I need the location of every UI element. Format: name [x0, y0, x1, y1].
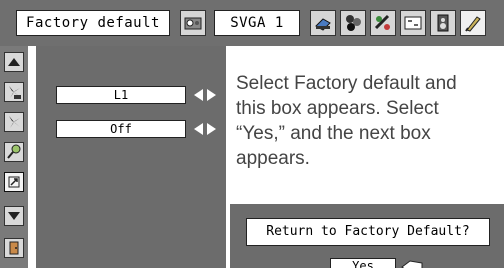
exit-door-icon[interactable] [4, 238, 24, 258]
sidebar-divider [28, 46, 36, 268]
image-adjust-icon[interactable] [370, 10, 396, 36]
setting-icon[interactable] [460, 10, 486, 36]
adjust-arrows-2[interactable] [192, 120, 218, 138]
confirm-dialog: Return to Factory Default? Yes [230, 204, 504, 268]
factory-reset-icon[interactable] [4, 172, 24, 192]
menu-bar: Factory default SVGA 1 [0, 0, 504, 46]
dialog-message: Return to Factory Default? [246, 218, 490, 246]
audio-icon[interactable] [430, 10, 456, 36]
left-arrow-icon [194, 123, 203, 135]
settings-panel: L1 Off [36, 46, 226, 268]
right-arrow-icon [207, 123, 216, 135]
fan-icon[interactable] [4, 112, 24, 132]
left-arrow-icon [194, 89, 203, 101]
setting-value-1[interactable]: L1 [56, 86, 186, 104]
projector-menu-screen: Factory default SVGA 1 L1 Off Select Fac… [0, 0, 504, 268]
signal-label: SVGA 1 [214, 10, 300, 36]
pointer-hand-icon [401, 260, 423, 268]
screen-icon[interactable] [400, 10, 426, 36]
scroll-down-icon[interactable] [4, 206, 24, 226]
factory-default-icon[interactable] [180, 10, 206, 36]
fan-off-icon[interactable] [4, 82, 24, 102]
input-icon[interactable] [310, 10, 336, 36]
right-arrow-icon [207, 89, 216, 101]
adjust-arrows-1[interactable] [192, 86, 218, 104]
scroll-up-icon[interactable] [4, 52, 24, 72]
setting-value-2[interactable]: Off [56, 120, 186, 138]
pin-icon[interactable] [4, 142, 24, 162]
sidebar [0, 46, 28, 268]
fan-settings-icon[interactable] [340, 10, 366, 36]
instruction-text: Select Factory default and this box appe… [236, 73, 457, 169]
yes-button[interactable]: Yes [330, 258, 396, 268]
mode-label: Factory default [16, 10, 170, 36]
